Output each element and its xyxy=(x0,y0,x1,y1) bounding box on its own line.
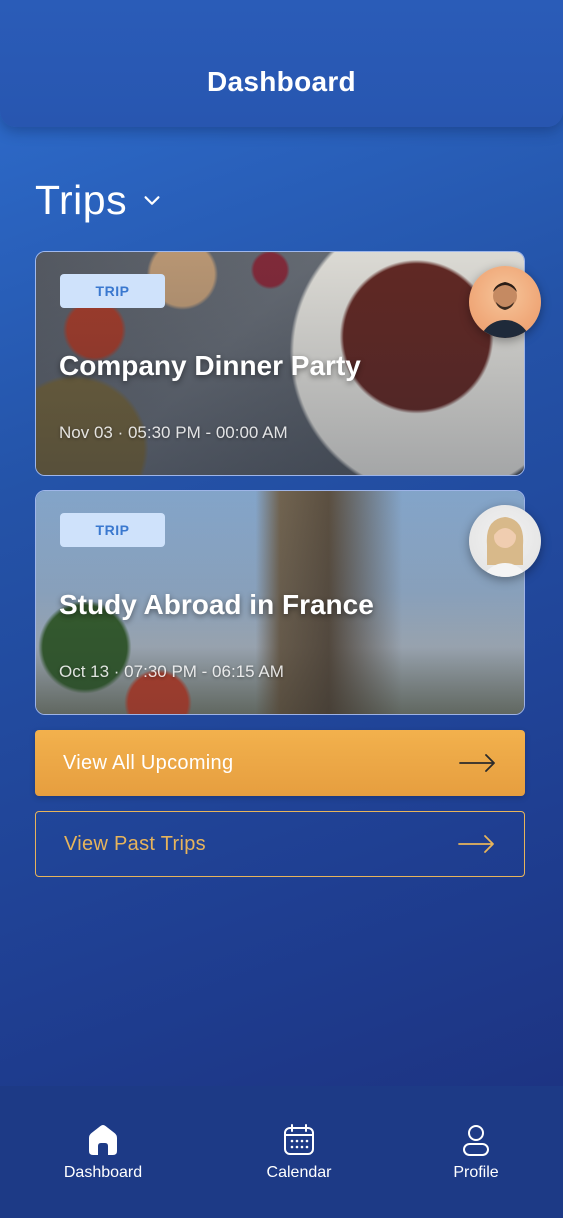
page-title: Dashboard xyxy=(207,66,356,97)
avatar[interactable] xyxy=(469,266,541,338)
app-header: Dashboard xyxy=(0,0,563,127)
trip-card[interactable]: TRIP Company Dinner Party Nov 03 · 05:30… xyxy=(35,251,541,476)
trip-title: Study Abroad in France xyxy=(59,589,374,620)
tab-profile[interactable]: Profile xyxy=(416,1122,536,1182)
arrow-right-icon xyxy=(458,835,494,853)
tab-label: Profile xyxy=(453,1164,499,1181)
avatar[interactable] xyxy=(469,505,541,577)
tab-label: Calendar xyxy=(266,1164,332,1181)
profile-icon xyxy=(463,1125,489,1156)
view-all-upcoming-button[interactable]: View All Upcoming xyxy=(35,730,525,796)
trip-badge: TRIP xyxy=(60,513,165,547)
view-all-upcoming-label: View All Upcoming xyxy=(63,751,234,774)
view-past-trips-button[interactable]: View Past Trips xyxy=(35,811,525,877)
arrow-right-icon xyxy=(459,754,495,772)
trip-badge: TRIP xyxy=(60,274,165,308)
tab-label: Dashboard xyxy=(63,1164,143,1181)
trip-card[interactable]: TRIP Study Abroad in France Oct 13 · 07:… xyxy=(35,490,541,715)
trips-heading: Trips xyxy=(35,177,128,223)
tab-dashboard[interactable]: Dashboard xyxy=(43,1122,163,1182)
tab-calendar[interactable]: Calendar xyxy=(239,1122,359,1182)
home-icon xyxy=(89,1125,117,1155)
chevron-down-icon xyxy=(144,195,160,205)
trip-time: Nov 03 · 05:30 PM - 00:00 AM xyxy=(59,423,288,442)
view-past-trips-label: View Past Trips xyxy=(64,832,206,855)
trip-title: Company Dinner Party xyxy=(59,350,361,381)
bottom-tab-bar: Dashboard Calendar Profile xyxy=(0,1086,563,1218)
avatar-woman-icon xyxy=(483,517,527,577)
trips-dropdown[interactable]: Trips xyxy=(35,177,163,224)
trip-time: Oct 13 · 07:30 PM - 06:15 AM xyxy=(59,662,284,681)
calendar-icon xyxy=(284,1124,314,1155)
avatar-man-icon xyxy=(480,282,530,338)
